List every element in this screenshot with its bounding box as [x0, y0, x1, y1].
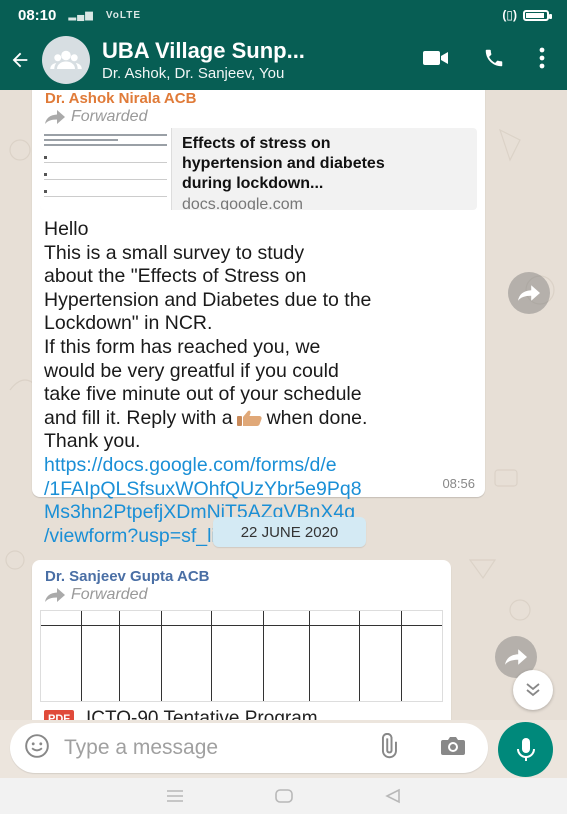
message-line: Hypertension and Diabetes due to the — [44, 288, 372, 311]
message-line-part: when done. — [266, 406, 368, 429]
message-text: Hello This is a small survey to study ab… — [44, 218, 474, 548]
forward-arrow-icon — [45, 110, 65, 124]
forward-arrow-icon — [45, 588, 65, 602]
system-navigation-bar — [0, 778, 567, 814]
link-preview-host: docs.google.com — [182, 196, 303, 210]
forwarded-text: Forwarded — [71, 108, 148, 125]
emoji-icon[interactable] — [24, 733, 50, 764]
home-icon[interactable] — [274, 788, 294, 804]
attach-paperclip-icon[interactable] — [374, 732, 402, 764]
group-icon — [50, 50, 82, 69]
link-preview-title-line: Effects of stress on — [182, 135, 331, 152]
message-line-part: and fill it. Reply with a — [44, 406, 233, 429]
message-input[interactable]: Type a message — [64, 736, 218, 760]
status-bar: 08:10 ▂▄▆ VoLTE (▯) — [0, 0, 567, 30]
back-nav-icon[interactable] — [384, 788, 402, 804]
thumbs-up-emoji-icon — [236, 410, 262, 426]
document-name: ICTO-90 Tentative Program... — [86, 708, 334, 720]
voice-call-icon[interactable] — [483, 47, 505, 74]
volte-label: VoLTE — [105, 9, 142, 21]
message-line: would be very greatful if you could — [44, 359, 339, 382]
message-sender: Dr. Ashok Nirala ACB — [45, 90, 197, 107]
forwarded-label: Forwarded — [45, 586, 443, 604]
forward-arrow-icon — [505, 649, 527, 665]
message-time: 08:56 — [442, 476, 475, 491]
message-bubble[interactable]: Dr. Sanjeev Gupta ACB Forwarded PDF ICTO… — [32, 560, 451, 720]
message-line: Hello — [44, 218, 89, 240]
message-line: about the "Effects of Stress on — [44, 265, 307, 288]
link-preview-title: Effects of stress on hypertension and di… — [182, 134, 385, 194]
recents-menu-icon[interactable] — [165, 789, 185, 803]
camera-icon[interactable] — [440, 735, 466, 762]
message-composer[interactable]: Type a message — [10, 723, 488, 773]
pdf-icon: PDF — [44, 710, 74, 720]
forwarded-label: Forwarded — [45, 108, 477, 126]
link-preview-card[interactable]: Effects of stress on hypertension and di… — [40, 128, 477, 210]
status-time: 08:10 — [18, 6, 57, 24]
message-link[interactable]: /1FAIpQLSfsuxWOhfQUzYbr5e9Pq8 — [44, 478, 474, 502]
forward-arrow-icon — [518, 285, 540, 301]
document-preview-thumbnail[interactable] — [40, 610, 443, 702]
menu-kebab-icon[interactable] — [539, 47, 545, 74]
group-avatar[interactable] — [42, 36, 90, 84]
message-line: Thank you. — [44, 430, 141, 453]
signal-icon: ▂▄▆ — [68, 9, 94, 21]
message-line-with-emoji: and fill it. Reply with a when done. — [44, 407, 474, 431]
message-line: If this form has reached you, we — [44, 335, 321, 358]
double-chevron-down-icon — [526, 683, 540, 697]
message-bubble[interactable]: Dr. Ashok Nirala ACB Forwarded Effects o… — [32, 90, 485, 547]
vibrate-icon: (▯) — [502, 8, 517, 22]
battery-icon — [523, 9, 552, 21]
message-link[interactable]: https://docs.google.com/forms/d/e — [44, 454, 474, 478]
link-preview-title-line: during lockdown... — [182, 175, 324, 192]
link-preview-title-line: hypertension and diabetes — [182, 155, 385, 172]
message-line: Lockdown" in NCR. — [44, 312, 213, 335]
video-call-icon[interactable] — [423, 49, 449, 72]
voice-record-button[interactable] — [498, 722, 553, 777]
chat-title-block[interactable]: UBA Village Sunp... Dr. Ashok, Dr. Sanje… — [102, 38, 352, 82]
chat-header: UBA Village Sunp... Dr. Ashok, Dr. Sanje… — [0, 30, 567, 90]
message-line: take five minute out of your schedule — [44, 383, 362, 406]
forwarded-text: Forwarded — [71, 586, 148, 603]
chat-title: UBA Village Sunp... — [102, 38, 305, 63]
message-line: This is a small survey to study — [44, 241, 305, 264]
forward-message-button[interactable] — [508, 272, 550, 314]
microphone-icon — [516, 737, 535, 761]
back-arrow-icon[interactable] — [0, 30, 40, 90]
chat-subtitle: Dr. Ashok, Dr. Sanjeev, You — [102, 65, 285, 82]
scroll-to-bottom-button[interactable] — [513, 670, 553, 710]
date-divider: 22 JUNE 2020 — [213, 517, 366, 547]
document-footer[interactable]: PDF ICTO-90 Tentative Program... — [40, 702, 443, 720]
message-sender: Dr. Sanjeev Gupta ACB — [45, 568, 210, 585]
link-preview-thumbnail — [40, 128, 172, 210]
chat-area[interactable]: Dr. Ashok Nirala ACB Forwarded Effects o… — [0, 90, 567, 720]
